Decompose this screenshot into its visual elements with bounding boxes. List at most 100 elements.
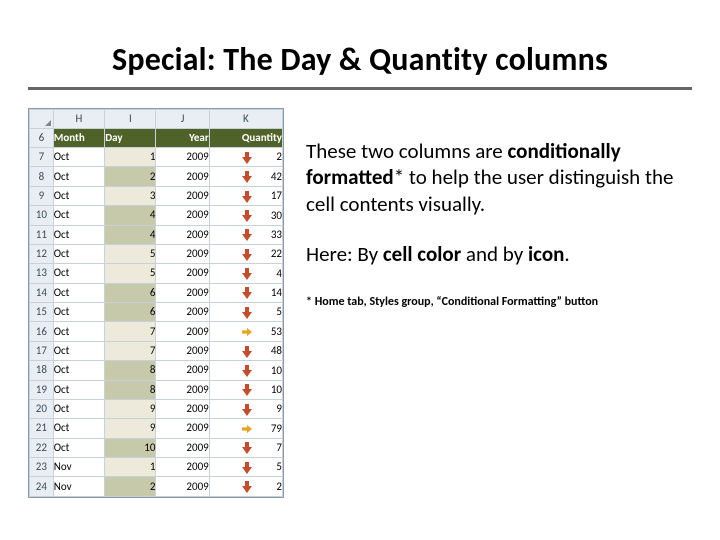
cell-day[interactable]: 10 bbox=[105, 438, 156, 457]
cell-month[interactable]: Oct bbox=[53, 186, 105, 205]
row-header[interactable]: 20 bbox=[30, 399, 54, 418]
cell-year[interactable]: 2009 bbox=[156, 322, 209, 341]
row-header[interactable]: 13 bbox=[30, 264, 54, 283]
cell-month[interactable]: Oct bbox=[53, 303, 105, 322]
column-header-I[interactable]: I bbox=[105, 110, 156, 129]
row-header[interactable]: 24 bbox=[30, 477, 54, 496]
cell-quantity[interactable]: 17 bbox=[209, 186, 282, 205]
cell-month[interactable]: Oct bbox=[53, 225, 105, 244]
cell-month[interactable]: Nov bbox=[53, 458, 105, 477]
cell-day[interactable]: 9 bbox=[105, 419, 156, 438]
column-header-K[interactable]: K bbox=[209, 110, 282, 129]
cell-day[interactable]: 8 bbox=[105, 361, 156, 380]
cell-year[interactable]: 2009 bbox=[156, 148, 209, 167]
cell-year[interactable]: 2009 bbox=[156, 283, 209, 302]
cell-quantity[interactable]: 5 bbox=[209, 458, 282, 477]
row-header[interactable]: 19 bbox=[30, 380, 54, 399]
cell-quantity[interactable]: 79 bbox=[209, 419, 282, 438]
cell-year[interactable]: 2009 bbox=[156, 477, 209, 496]
cell-quantity[interactable]: 9 bbox=[209, 399, 282, 418]
cell-year[interactable]: 2009 bbox=[156, 244, 209, 263]
row-header[interactable]: 10 bbox=[30, 206, 54, 225]
cell-day[interactable]: 1 bbox=[105, 148, 156, 167]
cell-year[interactable]: 2009 bbox=[156, 225, 209, 244]
row-header[interactable]: 11 bbox=[30, 225, 54, 244]
cell-day[interactable]: 4 bbox=[105, 206, 156, 225]
row-header[interactable]: 17 bbox=[30, 341, 54, 360]
cell-year[interactable]: 2009 bbox=[156, 438, 209, 457]
cell-day[interactable]: 9 bbox=[105, 399, 156, 418]
cell-quantity[interactable]: 7 bbox=[209, 438, 282, 457]
header-cell-month[interactable]: Month bbox=[53, 129, 105, 148]
cell-quantity[interactable]: 22 bbox=[209, 244, 282, 263]
row-header[interactable]: 7 bbox=[30, 148, 54, 167]
cell-day[interactable]: 2 bbox=[105, 167, 156, 186]
cell-year[interactable]: 2009 bbox=[156, 167, 209, 186]
header-cell-year[interactable]: Year bbox=[156, 129, 209, 148]
cell-month[interactable]: Nov bbox=[53, 477, 105, 496]
row-header[interactable]: 9 bbox=[30, 186, 54, 205]
row-header[interactable]: 15 bbox=[30, 303, 54, 322]
cell-day[interactable]: 6 bbox=[105, 303, 156, 322]
cell-day[interactable]: 1 bbox=[105, 458, 156, 477]
cell-day[interactable]: 5 bbox=[105, 244, 156, 263]
cell-month[interactable]: Oct bbox=[53, 322, 105, 341]
header-cell-qty[interactable]: Quantity bbox=[209, 129, 282, 148]
cell-quantity[interactable]: 30 bbox=[209, 206, 282, 225]
row-header[interactable]: 22 bbox=[30, 438, 54, 457]
cell-month[interactable]: Oct bbox=[53, 206, 105, 225]
cell-month[interactable]: Oct bbox=[53, 264, 105, 283]
cell-quantity[interactable]: 5 bbox=[209, 303, 282, 322]
cell-quantity[interactable]: 4 bbox=[209, 264, 282, 283]
row-header[interactable]: 8 bbox=[30, 167, 54, 186]
cell-year[interactable]: 2009 bbox=[156, 303, 209, 322]
cell-year[interactable]: 2009 bbox=[156, 186, 209, 205]
column-header-J[interactable]: J bbox=[156, 110, 209, 129]
cell-day[interactable]: 8 bbox=[105, 380, 156, 399]
cell-month[interactable]: Oct bbox=[53, 341, 105, 360]
cell-quantity[interactable]: 33 bbox=[209, 225, 282, 244]
column-header-H[interactable]: H bbox=[53, 110, 105, 129]
row-header[interactable]: 6 bbox=[30, 129, 54, 148]
cell-quantity[interactable]: 10 bbox=[209, 361, 282, 380]
row-header[interactable]: 16 bbox=[30, 322, 54, 341]
cell-quantity[interactable]: 10 bbox=[209, 380, 282, 399]
cell-quantity[interactable]: 2 bbox=[209, 148, 282, 167]
cell-day[interactable]: 6 bbox=[105, 283, 156, 302]
cell-month[interactable]: Oct bbox=[53, 380, 105, 399]
header-cell-day[interactable]: Day bbox=[105, 129, 156, 148]
cell-day[interactable]: 5 bbox=[105, 264, 156, 283]
row-header[interactable]: 14 bbox=[30, 283, 54, 302]
cell-year[interactable]: 2009 bbox=[156, 206, 209, 225]
row-header[interactable]: 12 bbox=[30, 244, 54, 263]
cell-day[interactable]: 7 bbox=[105, 322, 156, 341]
cell-year[interactable]: 2009 bbox=[156, 341, 209, 360]
cell-month[interactable]: Oct bbox=[53, 148, 105, 167]
cell-day[interactable]: 2 bbox=[105, 477, 156, 496]
cell-year[interactable]: 2009 bbox=[156, 399, 209, 418]
cell-quantity[interactable]: 2 bbox=[209, 477, 282, 496]
cell-month[interactable]: Oct bbox=[53, 167, 105, 186]
row-header[interactable]: 18 bbox=[30, 361, 54, 380]
cell-month[interactable]: Oct bbox=[53, 399, 105, 418]
cell-month[interactable]: Oct bbox=[53, 283, 105, 302]
cell-quantity[interactable]: 53 bbox=[209, 322, 282, 341]
cell-quantity[interactable]: 42 bbox=[209, 167, 282, 186]
cell-quantity[interactable]: 48 bbox=[209, 341, 282, 360]
row-header[interactable]: 21 bbox=[30, 419, 54, 438]
cell-year[interactable]: 2009 bbox=[156, 264, 209, 283]
row-header[interactable]: 23 bbox=[30, 458, 54, 477]
cell-year[interactable]: 2009 bbox=[156, 380, 209, 399]
cell-year[interactable]: 2009 bbox=[156, 419, 209, 438]
cell-month[interactable]: Oct bbox=[53, 244, 105, 263]
cell-month[interactable]: Oct bbox=[53, 438, 105, 457]
cell-month[interactable]: Oct bbox=[53, 419, 105, 438]
cell-month[interactable]: Oct bbox=[53, 361, 105, 380]
cell-day[interactable]: 7 bbox=[105, 341, 156, 360]
cell-year[interactable]: 2009 bbox=[156, 361, 209, 380]
cell-day[interactable]: 4 bbox=[105, 225, 156, 244]
cell-day[interactable]: 3 bbox=[105, 186, 156, 205]
select-all-corner[interactable] bbox=[30, 110, 54, 129]
cell-year[interactable]: 2009 bbox=[156, 458, 209, 477]
cell-quantity[interactable]: 14 bbox=[209, 283, 282, 302]
